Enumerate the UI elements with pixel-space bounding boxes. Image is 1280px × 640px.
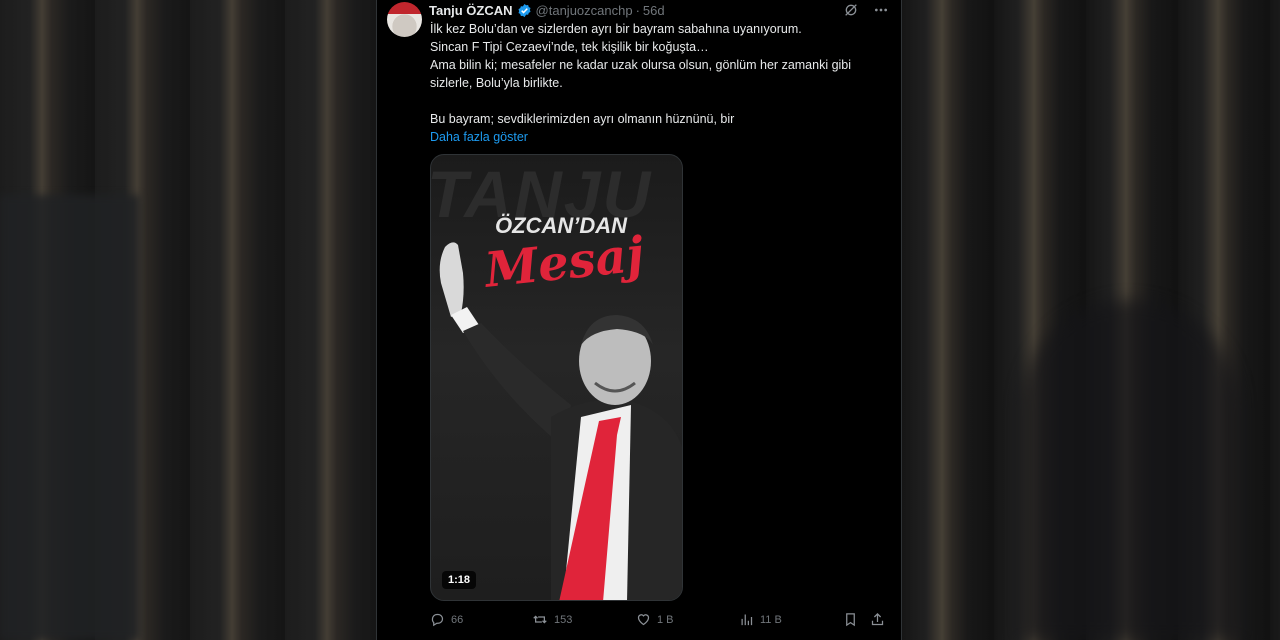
separator: ·: [635, 2, 640, 18]
action-bar: 66 153 1 B 11 B: [430, 612, 890, 630]
tweet-card[interactable]: Tanju ÖZCAN @tanjuozcanchp · 56d İlk kez…: [376, 0, 902, 640]
tweet-line: Ama bilin ki; mesafeler ne kadar uzak ol…: [430, 58, 852, 72]
views-count: 11 B: [760, 613, 782, 626]
like-icon: [637, 614, 650, 626]
reply-count: 66: [451, 613, 464, 626]
video-duration: 1:18: [442, 571, 477, 589]
show-more-link[interactable]: Daha fazla göster: [430, 128, 890, 146]
timestamp[interactable]: 56d: [643, 3, 665, 18]
like-count: 1 B: [657, 613, 674, 626]
author-name[interactable]: Tanju ÖZCAN: [429, 3, 513, 18]
tweet-text: İlk kez Bolu’dan ve sizlerden ayrı bir b…: [430, 20, 890, 146]
video-thumbnail[interactable]: TANJU ÖZCAN’DAN Mesaj 1:18: [430, 154, 683, 601]
share-button[interactable]: [870, 612, 885, 627]
repost-icon: [533, 615, 547, 624]
like-button[interactable]: 1 B: [636, 612, 674, 627]
repost-count: 153: [554, 613, 573, 626]
header-icons: [843, 2, 889, 18]
background-left: [0, 0, 376, 640]
reply-icon: [431, 613, 444, 627]
tweet-line: Bu bayram; sevdiklerimizden ayrı olmanın…: [430, 112, 735, 126]
grok-icon[interactable]: [843, 2, 859, 18]
bookmark-icon: [846, 613, 855, 627]
author-handle[interactable]: @tanjuozcanchp: [536, 3, 633, 18]
bookmark-button[interactable]: [843, 612, 858, 627]
avatar[interactable]: [387, 2, 422, 37]
share-icon: [871, 612, 884, 626]
more-icon[interactable]: [873, 2, 889, 18]
views-button[interactable]: 11 B: [739, 612, 782, 627]
tweet-line: Sincan F Tipi Cezaevi’nde, tek kişilik b…: [430, 40, 709, 54]
tweet-line: İlk kez Bolu’dan ve sizlerden ayrı bir b…: [430, 22, 802, 36]
reply-button[interactable]: 66: [430, 612, 463, 627]
views-icon: [741, 614, 753, 626]
tweet-header: Tanju ÖZCAN @tanjuozcanchp · 56d: [429, 2, 665, 18]
raised-arm: [439, 242, 464, 317]
verified-icon: [517, 3, 532, 18]
repost-button[interactable]: 153: [532, 612, 572, 627]
tweet-line: sizlerle, Bolu’yla birlikte.: [430, 76, 563, 90]
background-right: [902, 0, 1280, 640]
